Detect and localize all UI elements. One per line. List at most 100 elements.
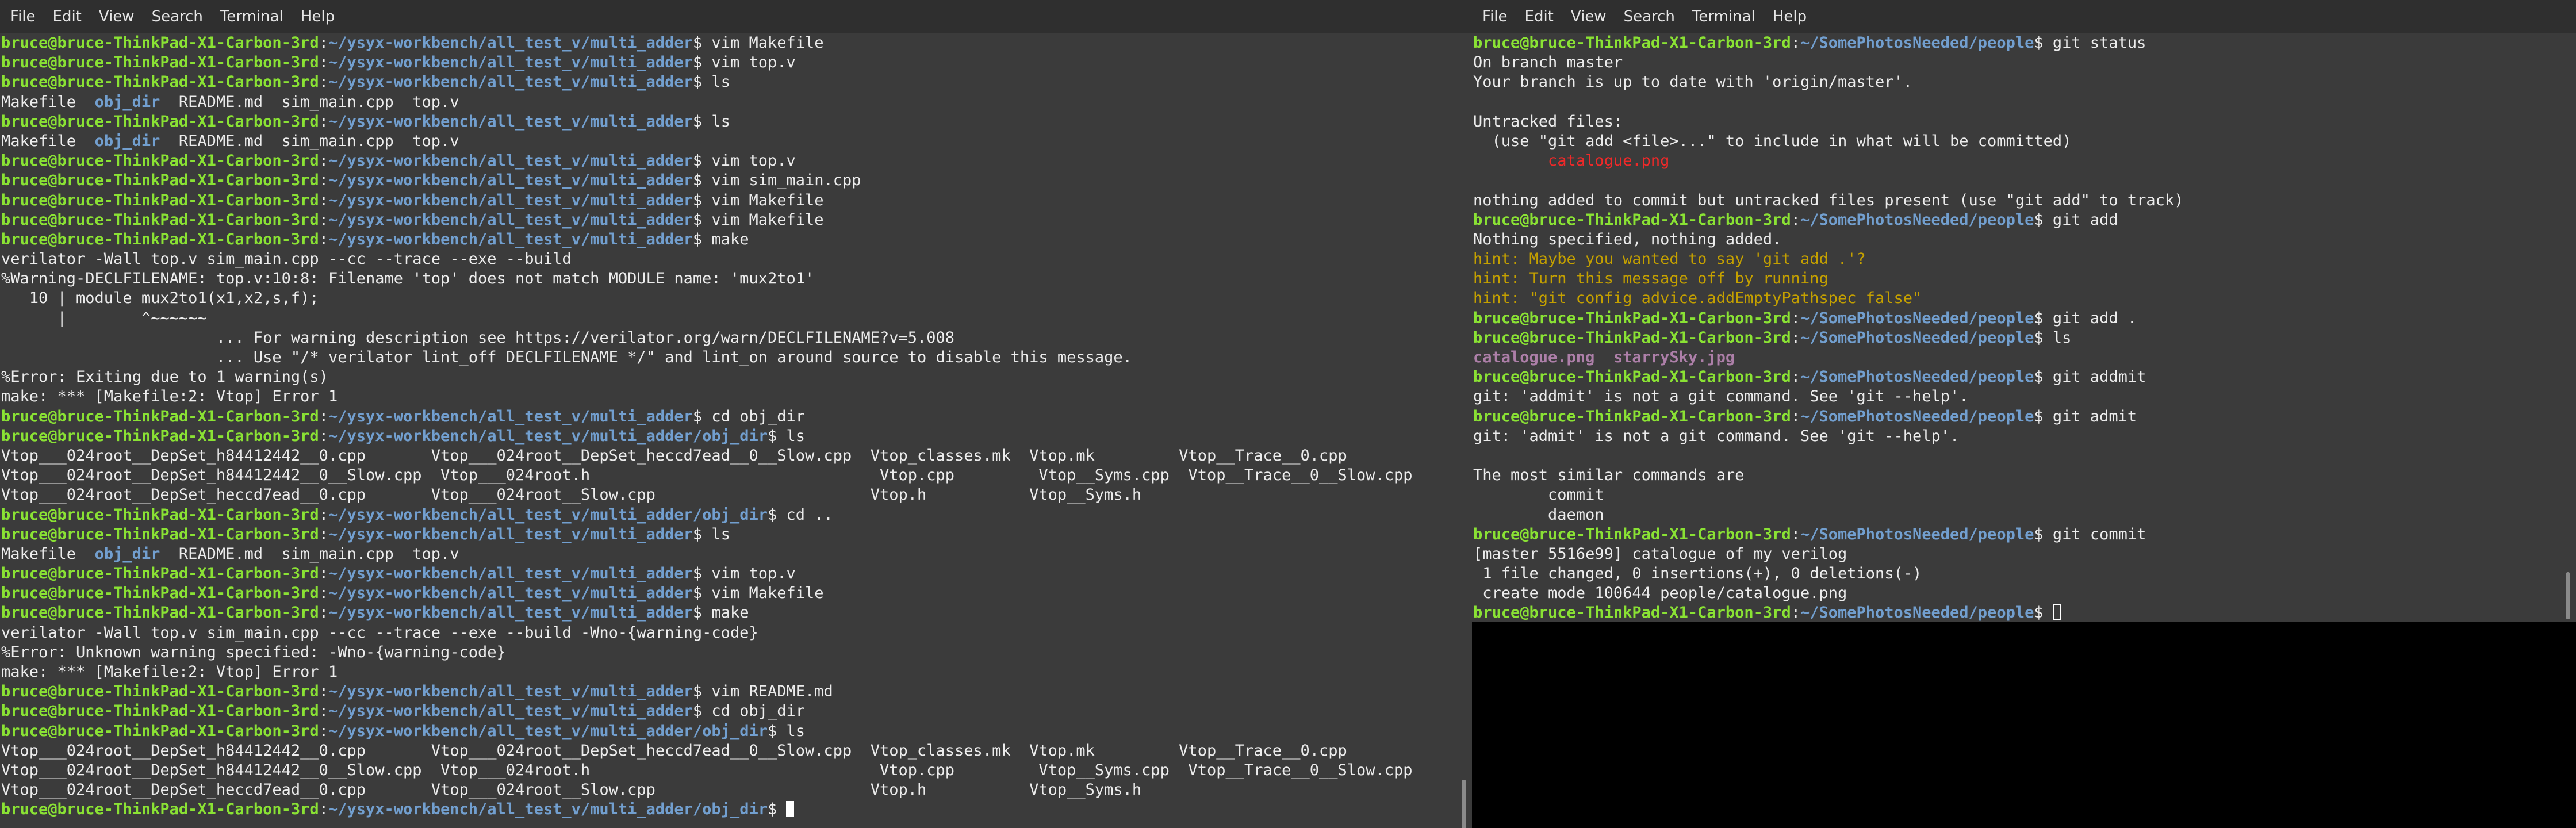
menu-edit[interactable]: Edit: [1519, 0, 1565, 33]
prompt-user: bruce@bruce-ThinkPad-X1-Carbon-3rd: [1473, 309, 1791, 327]
terminal-line: git: 'addmit' is not a git command. See …: [1473, 387, 2555, 407]
terminal-line: bruce@bruce-ThinkPad-X1-Carbon-3rd:~/ysy…: [1, 171, 1451, 190]
output-text: commit: [1473, 486, 1604, 504]
output-text: $ git admit: [2034, 407, 2137, 425]
terminal-window-left[interactable]: File Edit View Search Terminal Help bruc…: [0, 0, 1472, 828]
scrollbar-thumb[interactable]: [1462, 780, 1466, 828]
terminal-output[interactable]: bruce@bruce-ThinkPad-X1-Carbon-3rd:~/ysy…: [0, 33, 1451, 828]
output-text: make: *** [Makefile:2: Vtop] Error 1: [1, 663, 338, 681]
output-text: :: [319, 53, 328, 72]
output-text: %Warning-DECLFILENAME: top.v:10:8: Filen…: [1, 270, 815, 288]
scrollbar[interactable]: [2555, 33, 2576, 622]
output-text: The most similar commands are: [1473, 466, 1745, 485]
terminal-output[interactable]: bruce@bruce-ThinkPad-X1-Carbon-3rd:~/Som…: [1472, 33, 2555, 622]
output-text: README.md sim_main.cpp top.v: [160, 93, 459, 111]
prompt-path: ~/ysyx-workbench/all_test_v/multi_adder: [328, 604, 693, 622]
prompt-path: ~/ysyx-workbench/all_test_v/multi_adder/…: [328, 722, 768, 740]
prompt-user: bruce@bruce-ThinkPad-X1-Carbon-3rd: [1, 171, 319, 190]
output-text: :: [319, 73, 328, 91]
scrollbar[interactable]: [1451, 33, 1472, 828]
prompt-path: ~/ysyx-workbench/all_test_v/multi_adder: [328, 525, 693, 543]
prompt-path: ~/ysyx-workbench/all_test_v/multi_adder: [328, 73, 693, 91]
output-text: :: [319, 505, 328, 524]
terminal-line: nothing added to commit but untracked fi…: [1473, 191, 2555, 210]
hint-text: hint: Maybe you wanted to say 'git add .…: [1473, 250, 1866, 269]
terminal-line: bruce@bruce-ThinkPad-X1-Carbon-3rd:~/Som…: [1473, 33, 2555, 53]
menu-help[interactable]: Help: [1767, 0, 1818, 33]
prompt-user: bruce@bruce-ThinkPad-X1-Carbon-3rd: [1, 73, 319, 91]
terminal-line: Vtop___024root__DepSet_h84412442__0__Slo…: [1, 466, 1451, 485]
output-text: create mode 100644 people/catalogue.png: [1473, 584, 1847, 603]
prompt-path: ~/ysyx-workbench/all_test_v/multi_adder: [328, 171, 693, 190]
prompt-user: bruce@bruce-ThinkPad-X1-Carbon-3rd: [1, 53, 319, 72]
prompt-path: ~/ysyx-workbench/all_test_v/multi_adder/…: [328, 800, 768, 819]
output-text: :: [319, 34, 328, 52]
prompt-user: bruce@bruce-ThinkPad-X1-Carbon-3rd: [1, 210, 319, 229]
output-text: :: [319, 191, 328, 209]
menu-search[interactable]: Search: [1618, 0, 1686, 33]
terminal-line: bruce@bruce-ThinkPad-X1-Carbon-3rd:~/ysy…: [1, 505, 1451, 525]
menu-help[interactable]: Help: [295, 0, 346, 33]
output-text: :: [1791, 525, 1800, 543]
terminal-window-right[interactable]: File Edit View Search Terminal Help bruc…: [1472, 0, 2576, 828]
output-text: $ cd obj_dir: [692, 407, 805, 425]
terminal-line: bruce@bruce-ThinkPad-X1-Carbon-3rd:~/ysy…: [1, 210, 1451, 230]
menu-terminal[interactable]: Terminal: [214, 0, 295, 33]
output-text: README.md sim_main.cpp top.v: [160, 545, 459, 563]
menu-view[interactable]: View: [1565, 0, 1618, 33]
output-text: $ vim top.v: [692, 565, 796, 583]
terminal-line: bruce@bruce-ThinkPad-X1-Carbon-3rd:~/ysy…: [1, 53, 1451, 72]
output-text: $ ls: [2034, 328, 2072, 347]
menu-terminal[interactable]: Terminal: [1686, 0, 1767, 33]
terminal-line: %Warning-DECLFILENAME: top.v:10:8: Filen…: [1, 269, 1451, 289]
output-text: $ ls: [767, 722, 805, 740]
terminal-line: bruce@bruce-ThinkPad-X1-Carbon-3rd:~/ysy…: [1, 800, 1451, 819]
output-text: :: [319, 112, 328, 131]
text-cursor: [786, 801, 795, 818]
menu-edit[interactable]: Edit: [47, 0, 93, 33]
output-text: $ vim Makefile: [692, 34, 824, 52]
terminal-line: bruce@bruce-ThinkPad-X1-Carbon-3rd:~/Som…: [1473, 309, 2555, 328]
output-text: :: [319, 407, 328, 425]
output-text: :: [319, 722, 328, 740]
output-text: verilator -Wall top.v sim_main.cpp --cc …: [1, 623, 758, 642]
prompt-path: ~/ysyx-workbench/all_test_v/multi_adder: [328, 230, 693, 248]
terminal-line: make: *** [Makefile:2: Vtop] Error 1: [1, 662, 1451, 682]
output-text: :: [319, 525, 328, 543]
menu-view[interactable]: View: [93, 0, 146, 33]
menu-bar: File Edit View Search Terminal Help: [0, 0, 1472, 33]
output-text: :: [319, 800, 328, 819]
output-text: :: [319, 427, 328, 445]
terminal-line: bruce@bruce-ThinkPad-X1-Carbon-3rd:~/Som…: [1473, 407, 2555, 427]
terminal-line: bruce@bruce-ThinkPad-X1-Carbon-3rd:~/ysy…: [1, 722, 1451, 741]
prompt-user: bruce@bruce-ThinkPad-X1-Carbon-3rd: [1473, 34, 1791, 52]
output-text: $ git addmit: [2034, 368, 2146, 386]
prompt-path: ~/ysyx-workbench/all_test_v/multi_adder/…: [328, 427, 768, 445]
output-text: daemon: [1473, 505, 1604, 524]
terminal-line: daemon: [1473, 505, 2555, 525]
terminal-line: 10 | module mux2to1(x1,x2,s,f);: [1, 289, 1451, 308]
menu-file[interactable]: File: [5, 0, 47, 33]
terminal-line: Vtop___024root__DepSet_h84412442__0__Slo…: [1, 761, 1451, 780]
output-text: :: [319, 152, 328, 170]
scrollbar-thumb[interactable]: [2566, 572, 2570, 619]
terminal-line: bruce@bruce-ThinkPad-X1-Carbon-3rd:~/Som…: [1473, 367, 2555, 387]
menu-search[interactable]: Search: [146, 0, 214, 33]
output-text: $ git status: [2034, 34, 2146, 52]
prompt-path: ~/ysyx-workbench/all_test_v/multi_adder: [328, 683, 693, 701]
prompt-user: bruce@bruce-ThinkPad-X1-Carbon-3rd: [1, 722, 319, 740]
prompt-user: bruce@bruce-ThinkPad-X1-Carbon-3rd: [1, 584, 319, 603]
prompt-path: ~/ysyx-workbench/all_test_v/multi_adder: [328, 34, 693, 52]
terminal-line: | ^~~~~~~: [1, 309, 1451, 328]
terminal-line: ... Use "/* verilator lint_off DECLFILEN…: [1, 348, 1451, 367]
output-text: ... Use "/* verilator lint_off DECLFILEN…: [1, 348, 1132, 366]
prompt-user: bruce@bruce-ThinkPad-X1-Carbon-3rd: [1, 34, 319, 52]
prompt-user: bruce@bruce-ThinkPad-X1-Carbon-3rd: [1, 191, 319, 209]
menu-file[interactable]: File: [1477, 0, 1519, 33]
terminal-line: Vtop___024root__DepSet_h84412442__0.cpp …: [1, 446, 1451, 466]
prompt-user: bruce@bruce-ThinkPad-X1-Carbon-3rd: [1, 230, 319, 248]
terminal-line: bruce@bruce-ThinkPad-X1-Carbon-3rd:~/Som…: [1473, 603, 2555, 622]
output-text: $ vim Makefile: [692, 584, 824, 603]
terminal-line: bruce@bruce-ThinkPad-X1-Carbon-3rd:~/ysy…: [1, 702, 1451, 721]
